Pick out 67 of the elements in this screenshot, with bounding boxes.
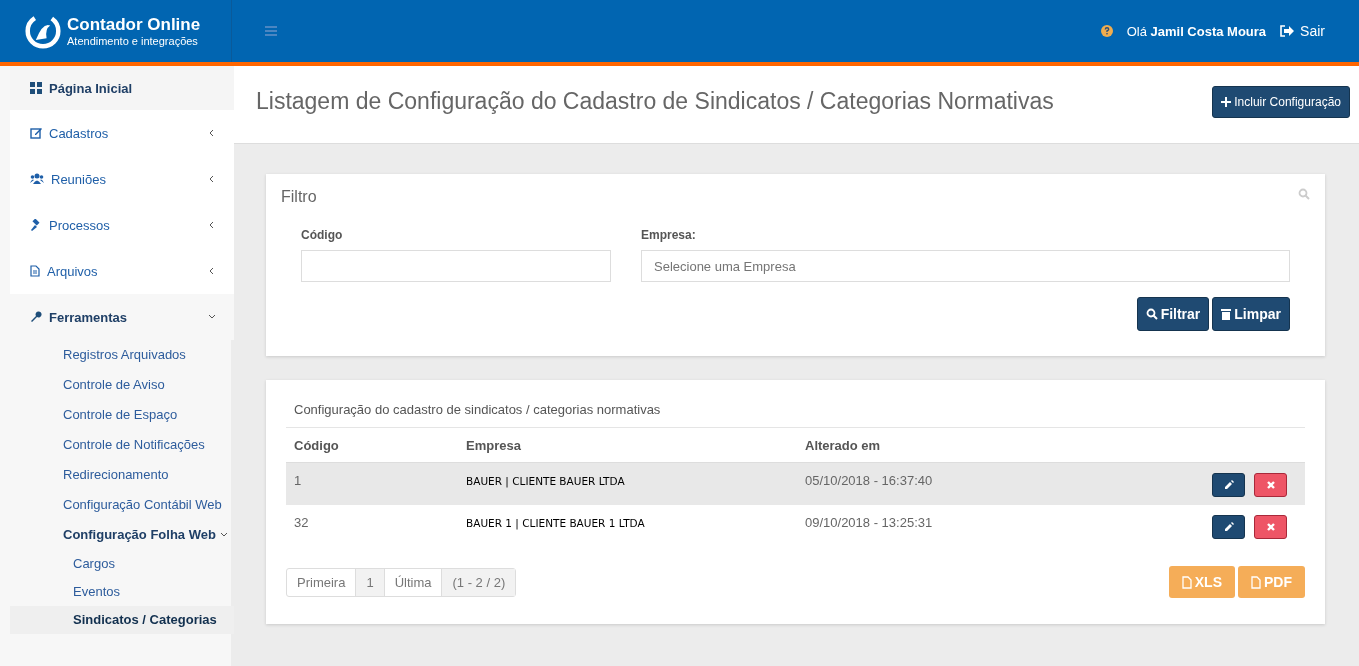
add-configuration-button[interactable]: Incluir Configuração bbox=[1212, 85, 1350, 118]
field-label: Código bbox=[301, 228, 344, 242]
sidebar-subitem[interactable]: Configuração Contábil Web bbox=[10, 490, 234, 520]
table-cell-text: 05/10/2018 - 16:37:40 bbox=[805, 473, 934, 488]
sidebar-item[interactable]: Reuniões bbox=[10, 156, 234, 202]
sidebar-item[interactable]: Processos bbox=[10, 202, 234, 248]
brand-tagline: Atendimento e integrações bbox=[67, 35, 199, 47]
table-cell-text: 32 bbox=[294, 515, 310, 530]
column-header: Código bbox=[294, 437, 340, 453]
brand-name: Contador Online bbox=[67, 15, 201, 35]
sidebar-subitem[interactable]: Controle de Aviso bbox=[10, 370, 234, 400]
pencil-icon bbox=[1223, 480, 1234, 490]
input-field[interactable]: Selecione uma Empresa bbox=[641, 250, 1290, 282]
sidebar-subitem[interactable]: Cargos bbox=[10, 550, 234, 578]
filter-title: Filtro bbox=[281, 188, 317, 206]
edit-icon bbox=[30, 127, 42, 139]
file-icon bbox=[30, 265, 40, 277]
help-icon[interactable] bbox=[1100, 25, 1113, 37]
edit-button[interactable] bbox=[1212, 515, 1245, 539]
trash-icon bbox=[1221, 308, 1232, 320]
page-link[interactable]: 1 bbox=[356, 568, 385, 596]
edit-button[interactable] bbox=[1212, 473, 1245, 497]
delete-button[interactable] bbox=[1254, 515, 1287, 539]
column-header: Empresa bbox=[466, 437, 522, 453]
table-cell-text: BAUER | CLIENTE BAUER LTDA bbox=[466, 474, 626, 487]
table-cell-text: 1 bbox=[294, 473, 303, 488]
filter-button[interactable]: Filtrar bbox=[1136, 297, 1210, 331]
table-cell-text: 09/10/2018 - 13:25:31 bbox=[805, 515, 934, 530]
sidebar-subitem[interactable]: Controle de Notificações bbox=[10, 430, 234, 460]
sidebar-subitem[interactable]: Redirecionamento bbox=[10, 460, 234, 490]
sidebar-subitem[interactable]: Sindicatos / Categorias bbox=[10, 606, 234, 634]
sidebar-subitem[interactable]: Eventos bbox=[10, 578, 234, 606]
pencil-icon bbox=[1223, 522, 1234, 532]
table-row[interactable]: 1 BAUER | CLIENTE BAUER LTDA 05/10/2018 - 16:37:40 bbox=[286, 463, 1305, 505]
table-row[interactable]: 32 BAUER 1 | CLIENTE BAUER 1 LTDA 09/10/2018 - 13:25:31 bbox=[286, 505, 1305, 547]
chevron-down-icon bbox=[207, 313, 216, 321]
sidebar-subitem[interactable]: Registros Arquivados bbox=[10, 340, 234, 370]
search-icon bbox=[1145, 308, 1158, 320]
input-field[interactable] bbox=[301, 250, 611, 282]
table-caption: Configuração do cadastro de sindicatos / categorias normativas bbox=[286, 402, 1305, 428]
sidebar-item[interactable]: Cadastros bbox=[10, 110, 234, 156]
users-icon bbox=[30, 173, 44, 185]
page-title: Listagem de Configuração do Cadastro de Sindicatos / Categorias Normativas bbox=[256, 88, 1054, 115]
table-cell-text: BAUER 1 | CLIENTE BAUER 1 LTDA bbox=[466, 516, 646, 529]
chevron-left-icon bbox=[207, 221, 216, 229]
column-header: Alterado em bbox=[805, 437, 882, 453]
close-icon bbox=[1265, 522, 1276, 532]
chevron-down-icon bbox=[219, 531, 228, 539]
sidebar-item[interactable]: Arquivos bbox=[10, 248, 234, 294]
sidebar-subitem[interactable]: Controle de Espaço bbox=[10, 400, 234, 430]
sidebar-subitem[interactable]: Configuração Folha Web bbox=[10, 520, 234, 550]
file-icon bbox=[1251, 575, 1261, 589]
plus-icon bbox=[1221, 96, 1232, 107]
file-icon bbox=[1181, 575, 1192, 589]
grid-icon bbox=[30, 82, 42, 94]
logout-link[interactable]: Sair bbox=[1280, 23, 1325, 39]
chevron-left-icon bbox=[207, 175, 216, 183]
clear-button[interactable]: Limpar bbox=[1212, 297, 1290, 331]
delete-button[interactable] bbox=[1254, 473, 1287, 497]
logout-icon bbox=[1280, 25, 1295, 37]
page-summary: (1 - 2 / 2) bbox=[442, 568, 516, 596]
chevron-left-icon bbox=[207, 129, 216, 137]
close-icon bbox=[1265, 480, 1276, 490]
field-label: Empresa: bbox=[641, 228, 697, 242]
gavel-icon bbox=[30, 219, 42, 231]
user-greeting: Olá Jamil Costa Moura bbox=[1126, 23, 1267, 39]
chevron-left-icon bbox=[207, 267, 216, 275]
